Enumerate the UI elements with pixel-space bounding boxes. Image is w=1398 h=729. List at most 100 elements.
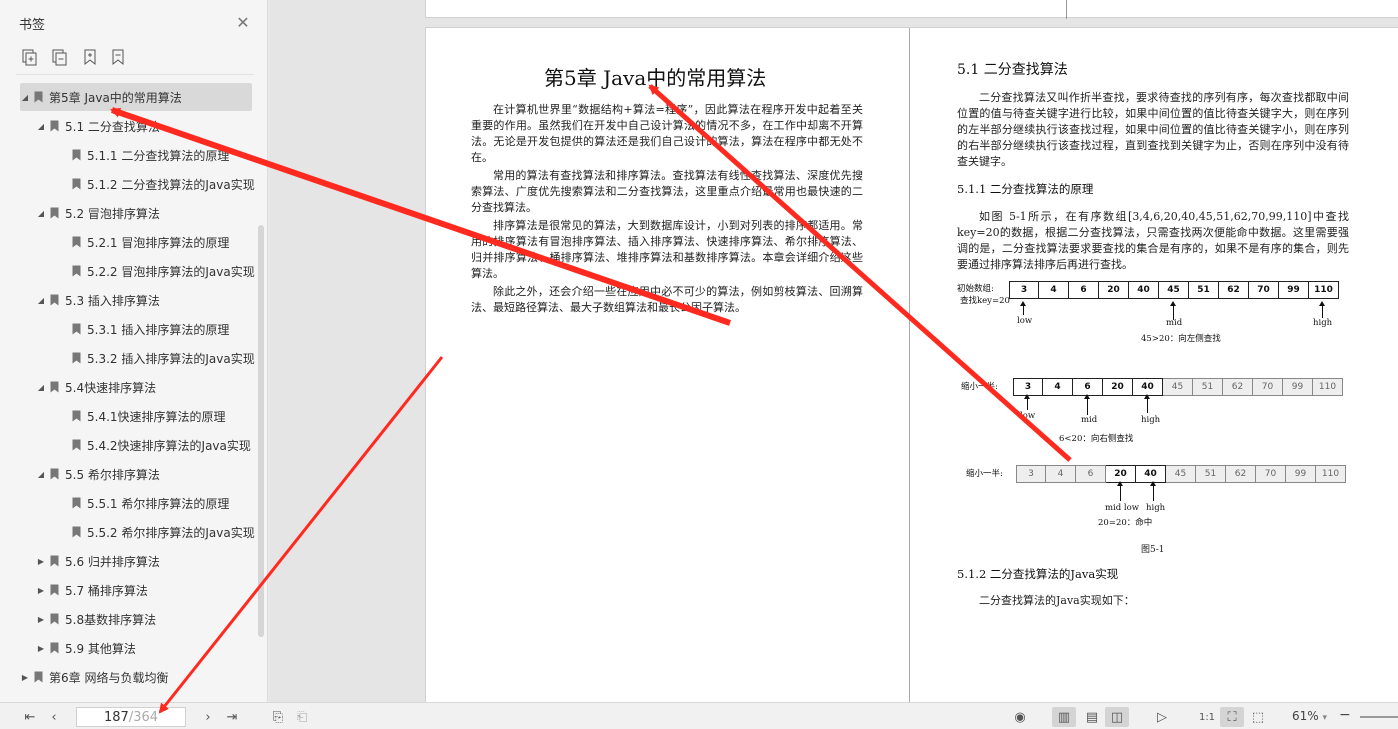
subsection-title: 5.1.1 二分查找算法的原理 [957, 182, 1094, 196]
array-cell: 110 [1316, 465, 1346, 483]
bookmark-item[interactable]: ◢ 5.3 插入排序算法 [36, 286, 160, 314]
next-page-icon[interactable]: › [198, 707, 218, 727]
pointer-arrow [1319, 301, 1325, 318]
expand-triangle-icon[interactable]: ▶ [20, 673, 30, 682]
eye-protection-icon[interactable]: ◉ [1008, 707, 1032, 727]
bookmark-icon [50, 294, 59, 306]
bookmark-item[interactable]: 5.4.1快速排序算法的原理 [58, 402, 226, 430]
bookmark-item[interactable]: ▶ 5.6 归并排序算法 [36, 547, 160, 575]
bookmark-item[interactable]: 5.3.1 插入排序算法的原理 [58, 315, 229, 343]
bookmark-icon [72, 149, 81, 161]
expand-triangle-icon[interactable]: ▶ [36, 586, 46, 595]
bookmark-item[interactable]: 5.1.2 二分查找算法的Java实现 [58, 170, 255, 198]
bookmark-icon [72, 439, 81, 451]
bookmark-item[interactable]: 5.2.2 冒泡排序算法的Java实现 [58, 257, 255, 285]
bookmark-label: 5.4.2快速排序算法的Java实现 [87, 438, 251, 453]
bookmark-item[interactable]: 5.1.1 二分查找算法的原理 [58, 141, 229, 169]
expand-triangle-icon[interactable]: ▶ [36, 557, 46, 566]
first-page-icon[interactable]: ⇤ [20, 707, 40, 727]
previous-page-spread [425, 0, 1398, 19]
panel-title: 书签 [19, 18, 46, 33]
expand-triangle-icon[interactable]: ▶ [36, 615, 46, 624]
bookmark-icon [50, 120, 59, 132]
bookmark-icon [50, 642, 59, 654]
bookmark-label: 5.2.1 冒泡排序算法的原理 [87, 235, 230, 250]
actual-size-icon[interactable]: 1:1 [1195, 707, 1219, 727]
array-cell: 62 [1226, 465, 1256, 483]
bookmark-item[interactable]: 5.5.1 希尔排序算法的原理 [58, 489, 229, 517]
bookmark-label: 5.5.1 希尔排序算法的原理 [87, 496, 230, 511]
close-icon[interactable]: ✕ [234, 14, 252, 32]
zoom-out-icon[interactable]: − [1339, 707, 1351, 723]
add-bookmark-icon[interactable] [82, 48, 98, 66]
bookmark-label: 5.1.1 二分查找算法的原理 [87, 148, 230, 163]
bookmark-label: 5.1.2 二分查找算法的Java实现 [87, 177, 255, 192]
sidebar-scrollbar[interactable] [258, 225, 264, 637]
figure-label: 缩小一半: [966, 469, 1003, 479]
page-number-input[interactable]: 187/364 [76, 707, 186, 727]
bookmark-label: 5.5.2 希尔排序算法的Java实现 [87, 525, 255, 540]
status-bar: ⇤ ‹ 187/364 › ⇥ ⎘ ⎗ ◉ ▥ ▤ ◫ ▷ 1:1 ⛶ ⬚ 61… [0, 702, 1398, 729]
fit-page-icon[interactable]: ⛶ [1220, 707, 1244, 727]
page-gutter [1066, 0, 1067, 19]
total-pages: /364 [128, 709, 159, 725]
current-page: 187 [103, 709, 129, 725]
collapse-triangle-icon[interactable]: ◢ [36, 383, 46, 392]
array-cell: 110 [1309, 281, 1339, 299]
continuous-view-icon[interactable]: ▤ [1080, 707, 1104, 727]
bookmark-item[interactable]: 5.4.2快速排序算法的Java实现 [58, 431, 251, 459]
rotate-left-icon[interactable]: ⎘ [268, 707, 288, 727]
pointer-label: mid low [1105, 503, 1140, 513]
zoom-slider[interactable] [1360, 716, 1398, 718]
zoom-level[interactable]: 61% ▾ [1292, 709, 1327, 723]
single-page-view-icon[interactable]: ▥ [1052, 707, 1076, 727]
bookmark-icon [34, 671, 43, 683]
array-cell: 20 [1103, 378, 1133, 396]
bookmark-icon [72, 236, 81, 248]
document-viewport[interactable]: 第5章 Java中的常用算法 在计算机世界里“数据结构+算法=程序”，因此算法在… [269, 0, 1398, 702]
paragraph: 在计算机世界里“数据结构+算法=程序”，因此算法在程序开发中起着至关重要的作用。… [471, 103, 863, 164]
bookmark-item[interactable]: 5.3.2 插入排序算法的Java实现 [58, 344, 255, 372]
array-cell: 45 [1166, 465, 1196, 483]
fit-width-icon[interactable]: ⬚ [1246, 707, 1270, 727]
paragraph: 如图 5-1所示，在有序数组[3,4,6,20,40,45,51,62,70,9… [957, 210, 1349, 271]
bookmark-item[interactable]: ▶ 5.9 其他算法 [36, 634, 136, 662]
bookmark-label: 5.3.2 插入排序算法的Java实现 [87, 351, 255, 366]
bookmark-item[interactable]: ▶ 第6章 网络与负载均衡 [20, 663, 169, 691]
collapse-triangle-icon[interactable]: ◢ [36, 470, 46, 479]
array-cell: 6 [1069, 281, 1099, 299]
pointer-arrow [1117, 481, 1123, 501]
bookmark-label: 5.7 桶排序算法 [65, 583, 148, 598]
bookmark-item[interactable]: ▶ 5.7 桶排序算法 [36, 576, 148, 604]
collapse-triangle-icon[interactable]: ◢ [36, 122, 46, 131]
bookmark-item[interactable]: 5.5.2 希尔排序算法的Java实现 [58, 518, 255, 546]
array-cell: 4 [1046, 465, 1076, 483]
bookmark-label: 5.5 希尔排序算法 [65, 467, 160, 482]
expand-triangle-icon[interactable]: ▶ [36, 644, 46, 653]
last-page-icon[interactable]: ⇥ [222, 707, 242, 727]
expand-all-icon[interactable] [22, 48, 38, 66]
bookmark-item[interactable]: ◢ 5.1 二分查找算法 [36, 112, 160, 140]
play-icon[interactable]: ▷ [1150, 707, 1174, 727]
collapse-triangle-icon[interactable]: ◢ [36, 209, 46, 218]
collapse-triangle-icon[interactable]: ◢ [36, 296, 46, 305]
chevron-down-icon: ▾ [1322, 713, 1328, 723]
bookmark-item[interactable]: ◢ 5.4快速排序算法 [36, 373, 156, 401]
pointer-label: high [1313, 318, 1333, 328]
bookmark-item[interactable]: ◢ 第5章 Java中的常用算法 [20, 83, 252, 111]
pointer-label: mid [1081, 415, 1098, 425]
two-page-view-icon[interactable]: ◫ [1105, 707, 1129, 727]
pointer-arrow [1144, 394, 1150, 413]
bookmark-item[interactable]: ◢ 5.2 冒泡排序算法 [36, 199, 160, 227]
rotate-right-icon[interactable]: ⎗ [292, 707, 312, 727]
bookmark-label: 5.2.2 冒泡排序算法的Java实现 [87, 264, 255, 279]
bookmark-item[interactable]: ▶ 5.8基数排序算法 [36, 605, 156, 633]
array-cell: 110 [1313, 378, 1343, 396]
bookmark-icon[interactable] [110, 48, 126, 66]
collapse-all-icon[interactable] [52, 48, 68, 66]
bookmark-item[interactable]: ◢ 5.5 希尔排序算法 [36, 460, 160, 488]
bookmark-item[interactable]: 5.2.1 冒泡排序算法的原理 [58, 228, 229, 256]
previous-page-icon[interactable]: ‹ [44, 707, 64, 727]
collapse-triangle-icon[interactable]: ◢ [20, 93, 30, 102]
array-cell: 40 [1129, 281, 1159, 299]
